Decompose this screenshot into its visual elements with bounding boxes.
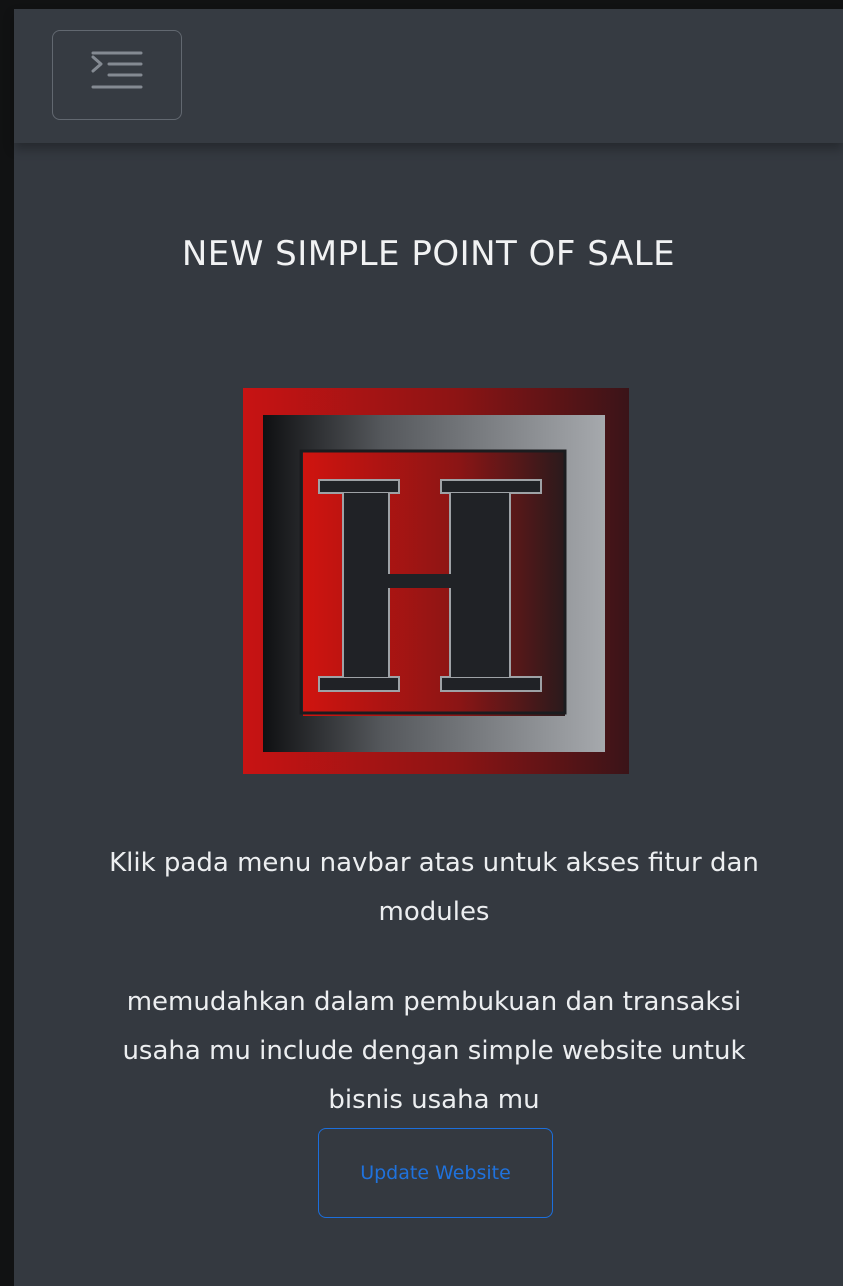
page-title: NEW SIMPLE POINT OF SALE [181, 234, 676, 274]
app-container: NEW SIMPLE POINT OF SALE Klik pada menu … [14, 9, 843, 1286]
description-navbar-hint: Klik pada menu navbar atas untuk akses f… [109, 848, 759, 927]
h-logo-icon [243, 388, 629, 774]
navbar-toggle-button[interactable] [52, 30, 182, 120]
navbar [14, 9, 843, 143]
menu-indent-icon [90, 51, 144, 100]
update-website-button[interactable]: Update Website [318, 1128, 553, 1218]
description-tagline: memudahkan dalam pembukuan dan transaksi… [122, 987, 746, 1115]
